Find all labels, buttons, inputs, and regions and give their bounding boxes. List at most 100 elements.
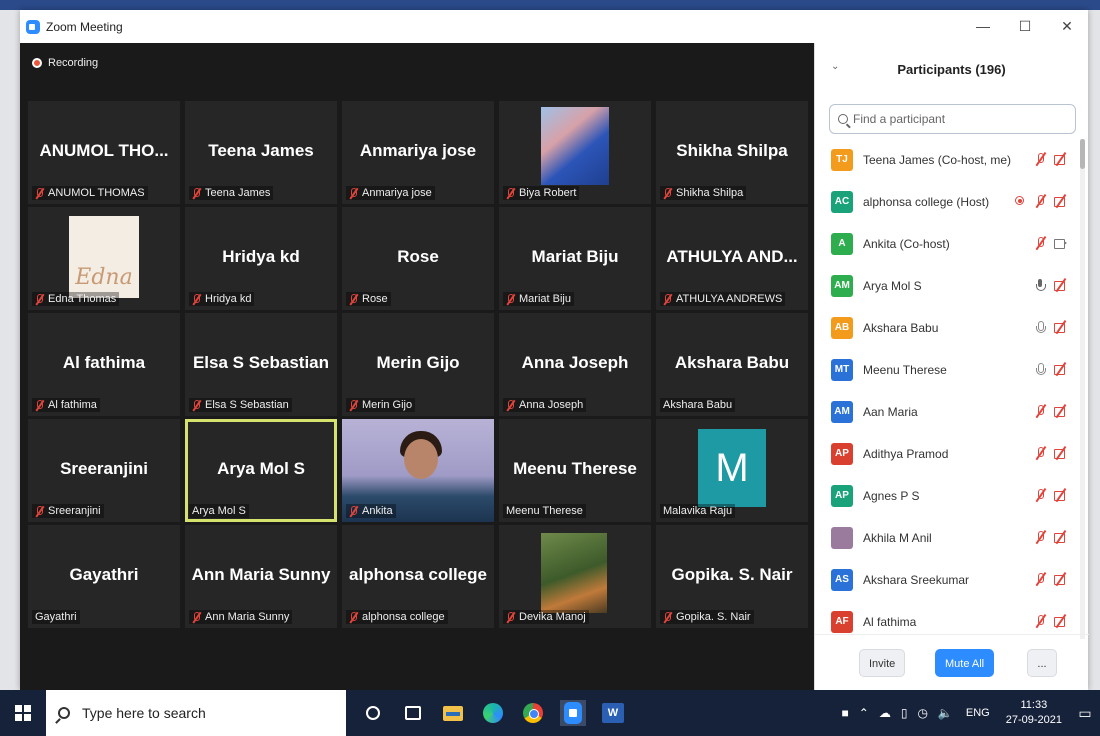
video-tile[interactable]: Ankita <box>342 419 494 522</box>
video-tile[interactable]: M Malavika Raju <box>656 419 808 522</box>
video-tile[interactable]: Shikha Shilpa Shikha Shilpa <box>656 101 808 204</box>
video-off-icon[interactable] <box>1053 404 1067 418</box>
participant-row[interactable]: A Ankita (Co-host) <box>815 223 1075 265</box>
word-icon[interactable]: W <box>600 700 626 726</box>
video-tile[interactable]: alphonsa college alphonsa college <box>342 525 494 628</box>
mic-muted-icon[interactable] <box>1033 404 1047 418</box>
chevron-down-icon[interactable]: ⌄ <box>831 61 839 72</box>
video-off-icon[interactable] <box>1053 362 1067 376</box>
record-icon[interactable] <box>1013 194 1027 208</box>
participant-search[interactable] <box>829 104 1076 134</box>
tile-display-name: Akshara Babu <box>674 353 790 372</box>
participant-row[interactable]: AP Agnes P S <box>815 475 1075 517</box>
task-view-icon[interactable] <box>400 700 426 726</box>
video-tile[interactable]: Anmariya jose Anmariya jose <box>342 101 494 204</box>
mic-muted-icon[interactable] <box>1033 572 1047 586</box>
mute-all-button[interactable]: Mute All <box>935 649 995 677</box>
video-off-icon[interactable] <box>1053 530 1067 544</box>
video-off-icon[interactable] <box>1053 278 1067 292</box>
video-off-icon[interactable] <box>1053 194 1067 208</box>
clock[interactable]: 11:33 27-09-2021 <box>1006 698 1062 728</box>
video-off-icon[interactable] <box>1053 446 1067 460</box>
video-tile[interactable]: Hridya kd Hridya kd <box>185 207 337 310</box>
video-off-icon[interactable] <box>1053 572 1067 586</box>
video-icon[interactable] <box>1053 236 1067 250</box>
zoom-taskbar-icon[interactable] <box>560 700 586 726</box>
participants-scrollbar[interactable] <box>1080 139 1085 639</box>
mic-muted-icon <box>192 399 201 411</box>
video-tile[interactable]: ANUMOL THO... ANUMOL THOMAS <box>28 101 180 204</box>
video-tile[interactable]: Gopika. S. Nair Gopika. S. Nair <box>656 525 808 628</box>
onedrive-icon[interactable]: ☁ <box>879 706 891 720</box>
tile-name-label: Ann Maria Sunny <box>189 610 293 624</box>
tile-name-label: Shikha Shilpa <box>660 186 747 200</box>
file-explorer-icon[interactable] <box>440 700 466 726</box>
video-tile[interactable]: Edna Edna Thomas <box>28 207 180 310</box>
video-off-icon[interactable] <box>1053 488 1067 502</box>
participant-row[interactable]: AC alphonsa college (Host) <box>815 181 1075 223</box>
volume-icon[interactable]: 🔈 <box>938 706 953 720</box>
participant-row[interactable]: AS Akshara Sreekumar <box>815 559 1075 601</box>
minimize-button[interactable]: — <box>962 10 1004 43</box>
video-tile[interactable]: Akshara Babu Akshara Babu <box>656 313 808 416</box>
participant-row[interactable]: Akhila M Anil <box>815 517 1075 559</box>
participant-search-input[interactable] <box>853 112 1053 126</box>
tray-app-icon[interactable]: ■ <box>842 706 849 720</box>
mic-icon[interactable] <box>1033 320 1047 334</box>
mic-muted-icon[interactable] <box>1033 530 1047 544</box>
video-tile[interactable]: Meenu Therese Meenu Therese <box>499 419 651 522</box>
recording-indicator[interactable]: Recording <box>32 57 98 69</box>
video-tile[interactable]: Anna Joseph Anna Joseph <box>499 313 651 416</box>
mic-muted-icon[interactable] <box>1033 446 1047 460</box>
taskbar-search[interactable]: Type here to search <box>46 690 346 736</box>
video-tile[interactable]: Devika Manoj <box>499 525 651 628</box>
video-tile[interactable]: Al fathima Al fathima <box>28 313 180 416</box>
edge-icon[interactable] <box>480 700 506 726</box>
tray-chevron-up-icon[interactable]: ⌃ <box>859 706 869 720</box>
tile-name-label: Teena James <box>189 186 274 200</box>
video-tile[interactable]: Biya Robert <box>499 101 651 204</box>
more-button[interactable]: ... <box>1027 649 1057 677</box>
tile-display-name: Mariat Biju <box>531 247 619 266</box>
participant-row[interactable]: AB Akshara Babu <box>815 307 1075 349</box>
participant-row[interactable]: AM Aan Maria <box>815 391 1075 433</box>
close-button[interactable]: ✕ <box>1046 10 1088 43</box>
tile-display-name: Anna Joseph <box>521 353 629 372</box>
participant-row[interactable]: TJ Teena James (Co-host, me) <box>815 139 1075 181</box>
video-tile[interactable]: Arya Mol S Arya Mol S <box>185 419 337 522</box>
participant-row[interactable]: AM Arya Mol S <box>815 265 1075 307</box>
tile-label-text: Meenu Therese <box>506 505 583 517</box>
video-off-icon[interactable] <box>1053 320 1067 334</box>
wifi-icon[interactable]: ◷ <box>917 706 927 720</box>
video-tile[interactable]: Ann Maria Sunny Ann Maria Sunny <box>185 525 337 628</box>
mic-muted-icon[interactable] <box>1033 152 1047 166</box>
language-indicator[interactable]: ENG <box>966 707 990 719</box>
invite-button[interactable]: Invite <box>859 649 906 677</box>
participant-row[interactable]: AP Adithya Pramod <box>815 433 1075 475</box>
maximize-button[interactable]: ☐ <box>1004 10 1046 43</box>
mic-muted-icon[interactable] <box>1033 236 1047 250</box>
start-button[interactable] <box>0 690 46 736</box>
mic-active-icon[interactable] <box>1033 278 1047 292</box>
mic-muted-icon[interactable] <box>1033 488 1047 502</box>
video-tile[interactable]: Rose Rose <box>342 207 494 310</box>
chrome-icon[interactable] <box>520 700 546 726</box>
video-tile[interactable]: Elsa S Sebastian Elsa S Sebastian <box>185 313 337 416</box>
video-tile[interactable]: Teena James Teena James <box>185 101 337 204</box>
video-tile[interactable]: Gayathri Gayathri <box>28 525 180 628</box>
mic-muted-icon[interactable] <box>1033 614 1047 628</box>
video-tile[interactable]: Merin Gijo Merin Gijo <box>342 313 494 416</box>
mic-icon[interactable] <box>1033 362 1047 376</box>
video-off-icon[interactable] <box>1053 152 1067 166</box>
tile-label-text: Al fathima <box>48 399 97 411</box>
video-tile[interactable]: Sreeranjini Sreeranjini <box>28 419 180 522</box>
video-tile[interactable]: ATHULYA AND... ATHULYA ANDREWS <box>656 207 808 310</box>
battery-icon[interactable]: ▯ <box>901 706 908 720</box>
notification-center-icon[interactable]: ▭ <box>1070 690 1100 736</box>
video-off-icon[interactable] <box>1053 614 1067 628</box>
cortana-icon[interactable] <box>360 700 386 726</box>
participant-row[interactable]: MT Meenu Therese <box>815 349 1075 391</box>
video-tile[interactable]: Mariat Biju Mariat Biju <box>499 207 651 310</box>
mic-muted-icon <box>192 293 201 305</box>
mic-muted-icon[interactable] <box>1033 194 1047 208</box>
